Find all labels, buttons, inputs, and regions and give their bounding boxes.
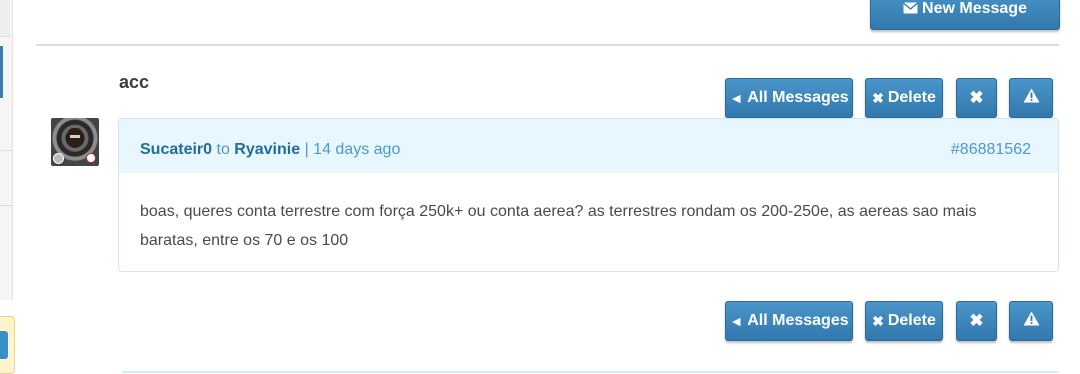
delete-button[interactable]: ✖ Delete bbox=[865, 78, 943, 118]
sidebar-edge-divider bbox=[0, 150, 12, 151]
divider bbox=[36, 44, 1059, 46]
all-messages-button[interactable]: ◄ All Messages bbox=[725, 78, 853, 118]
report-button[interactable] bbox=[1009, 78, 1053, 118]
close-button[interactable]: ✖ bbox=[956, 78, 997, 118]
avatar[interactable] bbox=[51, 118, 99, 166]
close-button[interactable]: ✖ bbox=[956, 301, 997, 341]
avatar-face bbox=[68, 128, 82, 148]
arrow-left-icon: ◄ bbox=[729, 90, 744, 106]
times-icon: ✖ bbox=[872, 89, 884, 106]
avatar-badge bbox=[86, 153, 96, 163]
side-tab[interactable] bbox=[0, 316, 15, 374]
arrow-left-icon: ◄ bbox=[729, 313, 744, 329]
times-icon: ✖ bbox=[969, 88, 984, 107]
report-button[interactable] bbox=[1009, 301, 1053, 341]
envelope-icon bbox=[903, 1, 918, 17]
sidebar-edge-item bbox=[0, 0, 10, 37]
sidebar-edge-active-marker bbox=[0, 46, 3, 98]
side-tab-marker bbox=[0, 331, 8, 359]
message-meta: Sucateir0 to Ryavinie | 14 days ago bbox=[140, 141, 400, 159]
times-icon: ✖ bbox=[872, 312, 884, 329]
sidebar-edge-divider bbox=[0, 205, 12, 206]
new-message-button[interactable]: New Message bbox=[870, 0, 1060, 30]
divider bbox=[122, 371, 1059, 373]
all-messages-button[interactable]: ◄ All Messages bbox=[725, 301, 853, 341]
message-body: boas, queres conta terrestre com força 2… bbox=[140, 203, 977, 249]
message-header: Sucateir0 to Ryavinie | 14 days ago #868… bbox=[119, 119, 1058, 173]
sidebar-edge bbox=[0, 0, 13, 300]
all-messages-label: All Messages bbox=[747, 312, 849, 329]
recipient-link[interactable]: Ryavinie bbox=[234, 141, 300, 158]
delete-label: Delete bbox=[887, 89, 936, 106]
warning-icon bbox=[1023, 88, 1040, 108]
delete-label: Delete bbox=[887, 312, 936, 329]
all-messages-label: All Messages bbox=[747, 89, 849, 106]
warning-icon bbox=[1023, 311, 1040, 331]
times-icon: ✖ bbox=[969, 311, 984, 330]
message-subject: acc bbox=[119, 72, 150, 92]
new-message-label: New Message bbox=[922, 0, 1027, 17]
avatar-sunglasses bbox=[70, 135, 80, 138]
delete-button[interactable]: ✖ Delete bbox=[865, 301, 943, 341]
to-label: to bbox=[216, 141, 230, 158]
message-id-link[interactable]: #86881562 bbox=[951, 141, 1031, 159]
message-time: | 14 days ago bbox=[304, 141, 401, 158]
message-card: Sucateir0 to Ryavinie | 14 days ago #868… bbox=[118, 118, 1059, 272]
avatar-badge bbox=[53, 153, 64, 164]
sender-link[interactable]: Sucateir0 bbox=[140, 141, 212, 158]
